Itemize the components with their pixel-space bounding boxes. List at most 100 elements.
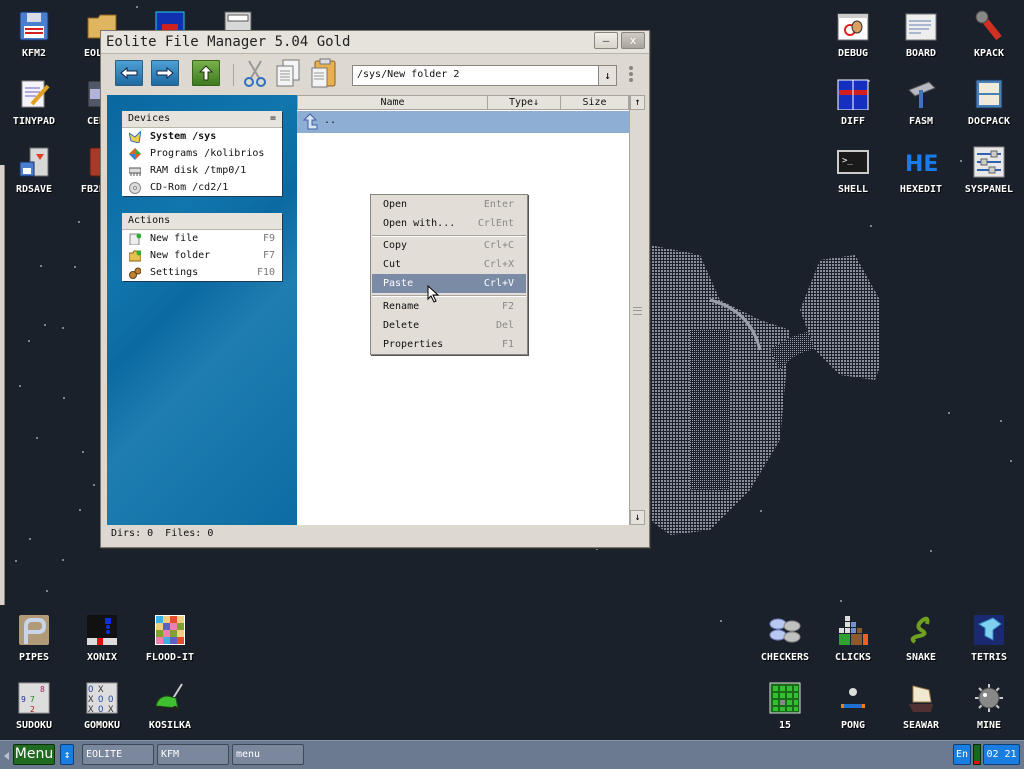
pipes-icon xyxy=(18,614,50,646)
background-window-edge[interactable] xyxy=(0,165,5,605)
up-button[interactable] xyxy=(192,60,220,86)
device-programs[interactable]: Programs /kolibrios xyxy=(122,145,282,162)
cpu-load-indicator xyxy=(973,744,981,765)
new-file-icon xyxy=(129,233,141,245)
desktop-icon-tetris[interactable]: TETRIS xyxy=(955,604,1023,672)
task-button-kfm[interactable]: KFM xyxy=(157,744,229,765)
desktop-icon-docpack[interactable]: DOCPACK xyxy=(955,68,1023,136)
file-row-parent[interactable]: .. xyxy=(297,111,629,133)
menu-item-rename[interactable]: Rename F2 xyxy=(372,297,526,316)
cabinet-icon xyxy=(973,78,1005,110)
notepad-pencil-icon xyxy=(18,78,50,110)
path-history-dropdown[interactable]: ↓ xyxy=(598,66,616,85)
device-system[interactable]: System /sys xyxy=(122,128,282,145)
arrow-left-icon xyxy=(120,66,138,80)
svg-text:X: X xyxy=(108,705,114,714)
menu-item-delete[interactable]: Delete Del xyxy=(372,316,526,335)
device-ramdisk[interactable]: RAM disk /tmp0/1 xyxy=(122,162,282,179)
gears-icon xyxy=(129,267,141,279)
devices-panel: Devices = System /sys Programs /kolibrio… xyxy=(122,111,282,196)
svg-text:X: X xyxy=(98,685,104,695)
new-folder-icon xyxy=(129,250,141,262)
terminal-icon: >_ xyxy=(837,146,869,178)
pong-icon xyxy=(837,682,869,714)
cut-button[interactable] xyxy=(241,58,269,88)
desktop-icon-syspanel[interactable]: SYSPANEL xyxy=(955,136,1023,204)
svg-text:HE: HE xyxy=(905,152,937,177)
task-button-menu[interactable]: menu xyxy=(232,744,304,765)
action-new-folder[interactable]: New folder F7 xyxy=(122,247,282,264)
sudoku-icon: 8 972 xyxy=(18,682,50,714)
menu-item-cut[interactable]: Cut Crl+X xyxy=(372,255,526,274)
column-header-size[interactable]: Size xyxy=(560,95,629,110)
svg-text:>_: >_ xyxy=(842,156,853,166)
menu-item-copy[interactable]: Copy Crl+C xyxy=(372,236,526,255)
desktop-icon-kpack[interactable]: KPACK xyxy=(955,0,1023,68)
more-options-icon[interactable] xyxy=(629,66,635,86)
diff-icon xyxy=(837,78,869,111)
menu-item-paste[interactable]: Paste Crl+V xyxy=(372,274,526,293)
text-board-icon xyxy=(905,10,937,42)
taskbar-scroll-left-icon[interactable] xyxy=(4,752,9,760)
svg-text:O: O xyxy=(108,695,113,705)
xonix-icon xyxy=(86,614,118,646)
hex-editor-icon: HE xyxy=(905,146,938,178)
svg-text:2: 2 xyxy=(30,705,35,714)
side-panel: Devices = System /sys Programs /kolibrio… xyxy=(107,95,297,525)
paste-button[interactable] xyxy=(309,58,337,88)
system-icon xyxy=(129,131,141,143)
svg-text:O: O xyxy=(98,695,103,705)
close-button[interactable]: x xyxy=(621,32,645,49)
scroll-up-button[interactable]: ↑ xyxy=(630,95,645,110)
toolbar: /sys/New folder 2 ↓ xyxy=(101,54,649,94)
column-header-type[interactable]: Type↓ xyxy=(487,95,561,110)
scissors-icon xyxy=(244,60,266,87)
copy-button[interactable] xyxy=(274,58,302,88)
svg-text:8: 8 xyxy=(40,685,45,694)
desktop-icon-kosilka[interactable]: KOSILKA xyxy=(136,672,204,740)
ram-chip-icon xyxy=(129,167,141,176)
snake-icon xyxy=(905,614,937,646)
window-switch-button[interactable]: ↕ xyxy=(60,744,74,765)
path-input[interactable]: /sys/New folder 2 ↓ xyxy=(352,65,617,86)
action-new-file[interactable]: New file F9 xyxy=(122,230,282,247)
window-title: Eolite File Manager 5.04 Gold xyxy=(106,34,351,50)
svg-text:X: X xyxy=(88,695,94,705)
floppy-disk-icon xyxy=(18,10,50,42)
collapse-toggle[interactable]: = xyxy=(270,111,276,127)
action-settings[interactable]: Settings F10 xyxy=(122,264,282,281)
minimize-button[interactable]: — xyxy=(594,32,618,49)
arrow-right-icon xyxy=(156,66,174,80)
tic-tac-toe-icon: OXXOOXOX xyxy=(86,682,118,715)
taskbar: Menu ↕ EOLITE KFM menu En 02 21 xyxy=(0,740,1024,769)
file-name: .. xyxy=(324,115,337,126)
toolbar-separator xyxy=(233,64,234,86)
clock[interactable]: 02 21 xyxy=(983,744,1020,765)
start-menu-button[interactable]: Menu xyxy=(13,744,55,765)
vertical-scrollbar[interactable]: ↑ ↓ xyxy=(629,95,645,525)
desktop-icon-mine[interactable]: MINE xyxy=(955,672,1023,740)
menu-item-open[interactable]: Open Enter xyxy=(372,195,526,214)
sliders-icon xyxy=(973,146,1005,178)
svg-text:O: O xyxy=(98,705,103,714)
menu-item-open-with[interactable]: Open with... CrlEnt xyxy=(372,214,526,233)
back-button[interactable] xyxy=(115,60,143,86)
title-bar[interactable]: Eolite File Manager 5.04 Gold — x xyxy=(101,31,649,54)
programs-icon xyxy=(129,148,141,160)
mine-icon xyxy=(973,682,1005,714)
lawn-mower-icon xyxy=(154,682,186,714)
wrench-icon xyxy=(973,10,1005,42)
arrow-up-icon xyxy=(198,65,214,81)
task-button-eolite[interactable]: EOLITE xyxy=(82,744,154,765)
mouse-cursor-icon xyxy=(427,285,440,303)
device-cdrom[interactable]: CD-Rom /cd2/1 xyxy=(122,179,282,196)
cd-icon xyxy=(129,182,141,194)
keyboard-layout-indicator[interactable]: En xyxy=(953,744,971,765)
forward-button[interactable] xyxy=(151,60,179,86)
desktop-icon-flood-it[interactable]: FLOOD-IT xyxy=(136,604,204,672)
column-header-name[interactable]: Name xyxy=(297,95,488,110)
path-value: /sys/New folder 2 xyxy=(357,69,460,80)
scroll-grip[interactable] xyxy=(633,307,642,315)
menu-item-properties[interactable]: Properties F1 xyxy=(372,335,526,354)
scroll-down-button[interactable]: ↓ xyxy=(630,510,645,525)
